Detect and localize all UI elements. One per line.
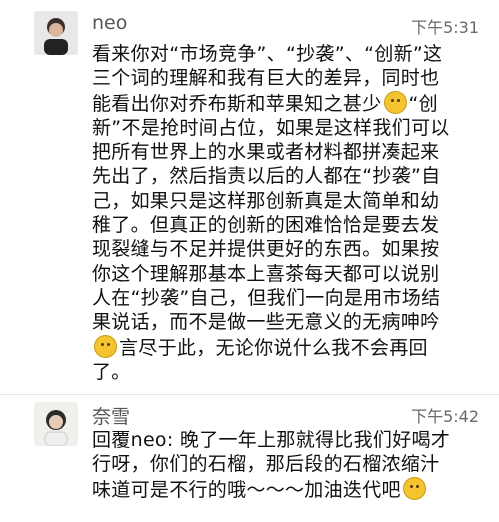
text-line: 言尽于此，无论你说什么我不会再回 [92, 334, 474, 360]
avatar[interactable] [34, 11, 78, 55]
avatar[interactable] [34, 402, 78, 446]
message-text: 看来你对“市场竞争”、“抄袭”、“创新”这 三个词的理解和我有巨大的差异，同时也… [92, 42, 474, 384]
text-line: 看来你对“市场竞争”、“抄袭”、“创新”这 [92, 43, 443, 65]
text-segment: 能看出你对乔布斯和苹果知之甚少 [92, 92, 382, 115]
text-segment: “创 [408, 92, 438, 115]
message-naixue: 奈雪 下午5:42 回覆neo: 晚了一年上那就得比我们好喝才 行呀，你们的石榴… [0, 394, 499, 522]
text-line: 行呀，你们的石榴，那后段的石榴浓缩汁 [92, 453, 440, 476]
text-line: 先出了，然后指责以后的人都在“抄袭”自 [92, 165, 441, 188]
text-line: 己，如果只是这样那创新真是太简单和幼 [92, 189, 440, 212]
text-line: 能看出你对乔布斯和苹果知之甚少 “创 [92, 90, 474, 116]
text-line: 现裂缝与不足并提供更好的东西。如果按 [92, 238, 440, 261]
text-segment: 味道可是不行的哦～～～加油迭代吧 [92, 478, 401, 501]
text-line: 人在“抄袭”自己，但我们一向是用市场结 [92, 286, 441, 309]
sender-name: neo [92, 12, 128, 34]
text-line: 你这个理解那基本上喜茶每天都可以说别 [92, 262, 440, 285]
text-line: 了。 [92, 360, 131, 383]
text-line: 果说话，而不是做一些无意义的无病呻吟 [92, 311, 440, 334]
message-time: 下午5:31 [411, 18, 479, 37]
message-time: 下午5:42 [411, 407, 479, 426]
text-line: 稚了。但真正的创新的困难恰恰是要去发 [92, 214, 440, 237]
message-neo: neo 下午5:31 看来你对“市场竞争”、“抄袭”、“创新”这 三个词的理解和… [0, 0, 499, 394]
text-line: 把所有世界上的水果或者材料都拼凑起来 [92, 141, 440, 164]
text-line: 味道可是不行的哦～～～加油迭代吧 [92, 476, 474, 502]
text-line: 三个词的理解和我有巨大的差异，同时也 [92, 67, 440, 90]
text-segment: 言尽于此，无论你说什么我不会再回 [119, 336, 428, 359]
text-line: 新”不是抢时间占位，如果是这样我们可以 [92, 116, 450, 139]
thinking-emoji-icon [383, 90, 407, 114]
message-text: 回覆neo: 晚了一年上那就得比我们好喝才 行呀，你们的石榴，那后段的石榴浓缩汁… [92, 428, 474, 502]
smile-emoji-icon [94, 334, 117, 358]
sender-name: 奈雪 [92, 406, 131, 428]
smirk-emoji-icon [402, 476, 426, 500]
text-line: 回覆neo: 晚了一年上那就得比我们好喝才 [92, 429, 451, 451]
